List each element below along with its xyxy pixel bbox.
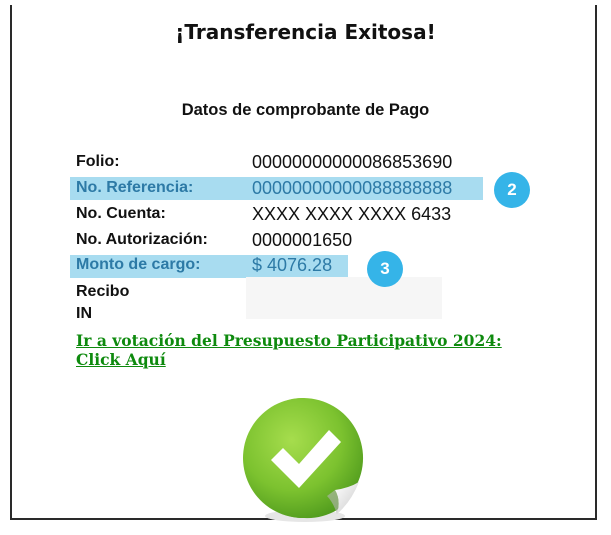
annotation-badge-2: 2 <box>494 172 530 208</box>
monto-label: Monto de cargo: <box>76 256 201 273</box>
autorizacion-label: No. Autorización: <box>76 231 208 248</box>
page-title: ¡Transferencia Exitosa! <box>175 20 436 44</box>
in-label: IN <box>76 305 92 322</box>
receipt-heading: Datos de comprobante de Pago <box>181 101 430 119</box>
referencia-label: No. Referencia: <box>76 179 194 196</box>
autorizacion-value: 0000001650 <box>252 230 353 250</box>
recibo-value-box <box>246 277 442 319</box>
referencia-value: 00000000000088888888 <box>252 178 453 198</box>
folio-label: Folio: <box>76 153 120 170</box>
cuenta-value: XXXX XXXX XXXX 6433 <box>252 204 452 224</box>
presupuesto-participativo-link[interactable]: Ir a votación del Presupuesto Participat… <box>76 331 546 369</box>
cuenta-label: No. Cuenta: <box>76 205 166 222</box>
monto-value: $ 4076.28 <box>252 255 333 275</box>
recibo-label: Recibo <box>76 283 130 300</box>
success-check-sticker-icon <box>243 397 364 522</box>
folio-value: 00000000000086853690 <box>252 152 453 172</box>
annotation-badge-3: 3 <box>367 251 403 287</box>
